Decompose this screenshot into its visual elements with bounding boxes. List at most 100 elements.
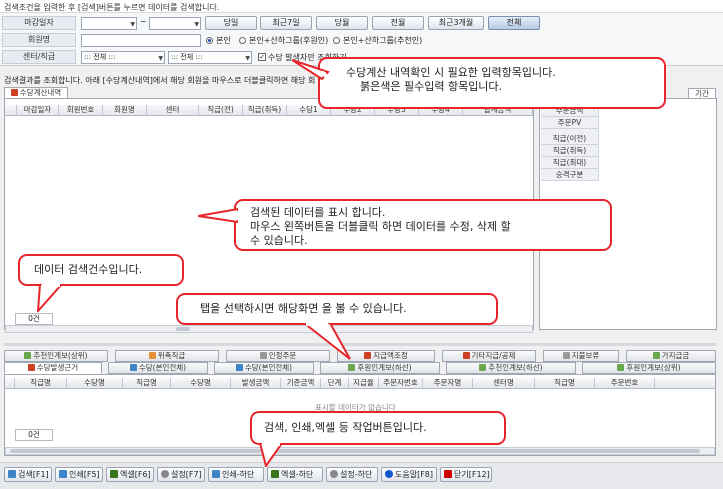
- col-header[interactable]: 회원명: [103, 105, 147, 115]
- date-btn-last-month[interactable]: 전월: [372, 16, 424, 30]
- dropdown-icon: ▼: [245, 55, 250, 62]
- excel-icon: [110, 470, 118, 478]
- tab-other-payment[interactable]: 기타지급/공제: [442, 350, 536, 362]
- excel-icon: [271, 470, 279, 478]
- doc-icon: [27, 364, 35, 371]
- radio-self[interactable]: [206, 37, 213, 44]
- settings-button[interactable]: 설정[F7]: [157, 467, 205, 482]
- help-button[interactable]: 도움말[F8]: [381, 467, 437, 482]
- col-header[interactable]: 직급명: [123, 378, 171, 388]
- callout-text: 수당계산 내역확인 시 필요한 입력항목입니다.: [346, 66, 556, 79]
- radio-sponsor-group[interactable]: [239, 37, 246, 44]
- close-button[interactable]: 닫기[F12]: [440, 467, 492, 482]
- scrollbar-thumb[interactable]: [10, 449, 700, 453]
- col-header[interactable]: 회원번호: [59, 105, 103, 115]
- col-header[interactable]: 직급명: [15, 378, 67, 388]
- col-header[interactable]: 지급율: [349, 378, 379, 388]
- col-header[interactable]: 센터명: [473, 378, 535, 388]
- col-header[interactable]: 수당명: [67, 378, 123, 388]
- col-header[interactable]: 직급(취득): [243, 105, 287, 115]
- col-header[interactable]: 직급명: [535, 378, 595, 388]
- dropdown-icon: ▼: [158, 55, 163, 62]
- date-btn-7days[interactable]: 최근7일: [260, 16, 312, 30]
- settings-bottom-button[interactable]: 설정-하단: [326, 467, 378, 482]
- tab-recommender-lower[interactable]: 추천인계보(하선): [446, 362, 576, 374]
- tab-allowance-self-1[interactable]: 수당(본인전체): [108, 362, 208, 374]
- print-icon: [212, 470, 220, 478]
- gear-icon: [330, 470, 338, 478]
- radio-recommender-group[interactable]: [333, 37, 340, 44]
- radio-sponsor-label: 본인+산하그룹(후원인): [249, 36, 329, 45]
- col-header[interactable]: 센터: [147, 105, 199, 115]
- tab-appoint-grade[interactable]: 위촉직급: [115, 350, 219, 362]
- callout-tab: 탭을 선택하시면 해당화면 을 볼 수 있습니다.: [176, 293, 498, 325]
- search-button[interactable]: 검색[F1]: [4, 467, 52, 482]
- center-select-value: ::: 전체 :::: [84, 53, 116, 61]
- callout-tail: [292, 59, 330, 80]
- side-label: 승격구분: [541, 169, 598, 181]
- date-btn-today[interactable]: 당일: [205, 16, 257, 30]
- excel-bottom-button[interactable]: 엑셀-하단: [267, 467, 323, 482]
- side-values: [598, 105, 716, 181]
- callout-text: 붉은색은 필수입력 항목입니다.: [360, 80, 503, 93]
- tab-sponsor-upper[interactable]: 후원인계보(상위): [582, 362, 716, 374]
- callout-text: 데이터 검색건수입니다.: [34, 263, 143, 276]
- tab-label: 지불보류: [571, 351, 600, 360]
- tab-label: 추천인계보(상위): [33, 351, 88, 360]
- print-bottom-button[interactable]: 인쇄-하단: [208, 467, 264, 482]
- col-header[interactable]: 직급(전): [199, 105, 243, 115]
- side-label: 직급(최대): [541, 157, 598, 169]
- col-header[interactable]: 주문자명: [423, 378, 473, 388]
- button-label: 검색[F1]: [18, 470, 49, 479]
- adjust-icon: [364, 352, 372, 359]
- bottom-h-scrollbar[interactable]: [5, 447, 715, 455]
- tree-icon: [617, 364, 625, 371]
- doc-icon: [10, 89, 18, 96]
- callout-text: 탭을 선택하시면 해당화면 을 볼 수 있습니다.: [200, 302, 407, 315]
- col-header[interactable]: 주문자번호: [379, 378, 423, 388]
- button-label: 인쇄[F5]: [69, 470, 100, 479]
- date-btn-this-month[interactable]: 당월: [316, 16, 368, 30]
- side-label: 직급(취득): [541, 145, 598, 157]
- gear-icon: [161, 470, 169, 478]
- main-h-scrollbar[interactable]: [5, 325, 533, 333]
- table-icon: [129, 364, 137, 371]
- scrollbar-thumb[interactable]: [176, 327, 190, 331]
- only-issued-checkbox[interactable]: ✓: [258, 53, 266, 61]
- row-indicator: [5, 105, 17, 115]
- tab-allowance-self-2[interactable]: 수당(본인전체): [214, 362, 314, 374]
- mail-icon: [562, 352, 570, 359]
- grade-select[interactable]: ::: 전체 ::: ▼: [168, 51, 252, 64]
- center-select[interactable]: ::: 전체 ::: ▼: [81, 51, 165, 64]
- tab-payment-hold[interactable]: 지불보류: [543, 350, 619, 362]
- excel-button[interactable]: 엑셀[F6]: [106, 467, 154, 482]
- date-from-field[interactable]: ▼: [81, 17, 137, 30]
- date-btn-all[interactable]: 전체: [488, 16, 540, 30]
- close-icon: [444, 470, 452, 478]
- date-to-field[interactable]: ▼: [149, 17, 201, 30]
- member-name-field[interactable]: [81, 34, 201, 47]
- tab-label: 후원인계보(상위): [626, 363, 681, 372]
- search-hint: 검색조건을 입력한 후 [검색]버튼를 누르면 데이터를 검색합니다.: [0, 0, 723, 13]
- tab-recommender-upper[interactable]: 추천인계보(상위): [4, 350, 108, 362]
- help-icon: [385, 470, 393, 478]
- row-indicator: [5, 378, 15, 388]
- col-header[interactable]: 단계: [321, 378, 349, 388]
- col-header[interactable]: 수당명: [171, 378, 231, 388]
- date-btn-3months[interactable]: 최근3개월: [428, 16, 484, 30]
- tab-label: 가지급금: [661, 351, 690, 360]
- splitter[interactable]: [4, 343, 716, 346]
- print-button[interactable]: 인쇄[F5]: [55, 467, 103, 482]
- col-header[interactable]: 마감일자: [17, 105, 59, 115]
- col-header[interactable]: 발생금액: [231, 378, 281, 388]
- tab-sponsor-lower[interactable]: 후원인계보(하선): [320, 362, 440, 374]
- tab-advance-payment[interactable]: 가지급금: [626, 350, 716, 362]
- tab-allowance-basis[interactable]: 수당발생근거: [4, 362, 102, 374]
- button-label: 닫기[F12]: [454, 470, 490, 479]
- button-label: 도움말[F8]: [395, 470, 434, 479]
- col-header[interactable]: 기준금액: [281, 378, 321, 388]
- tab-label: 인정주문: [268, 351, 297, 360]
- callout-text: 수 있습니다.: [250, 234, 308, 247]
- tree-icon: [348, 364, 356, 371]
- col-header[interactable]: 주문번호: [595, 378, 655, 388]
